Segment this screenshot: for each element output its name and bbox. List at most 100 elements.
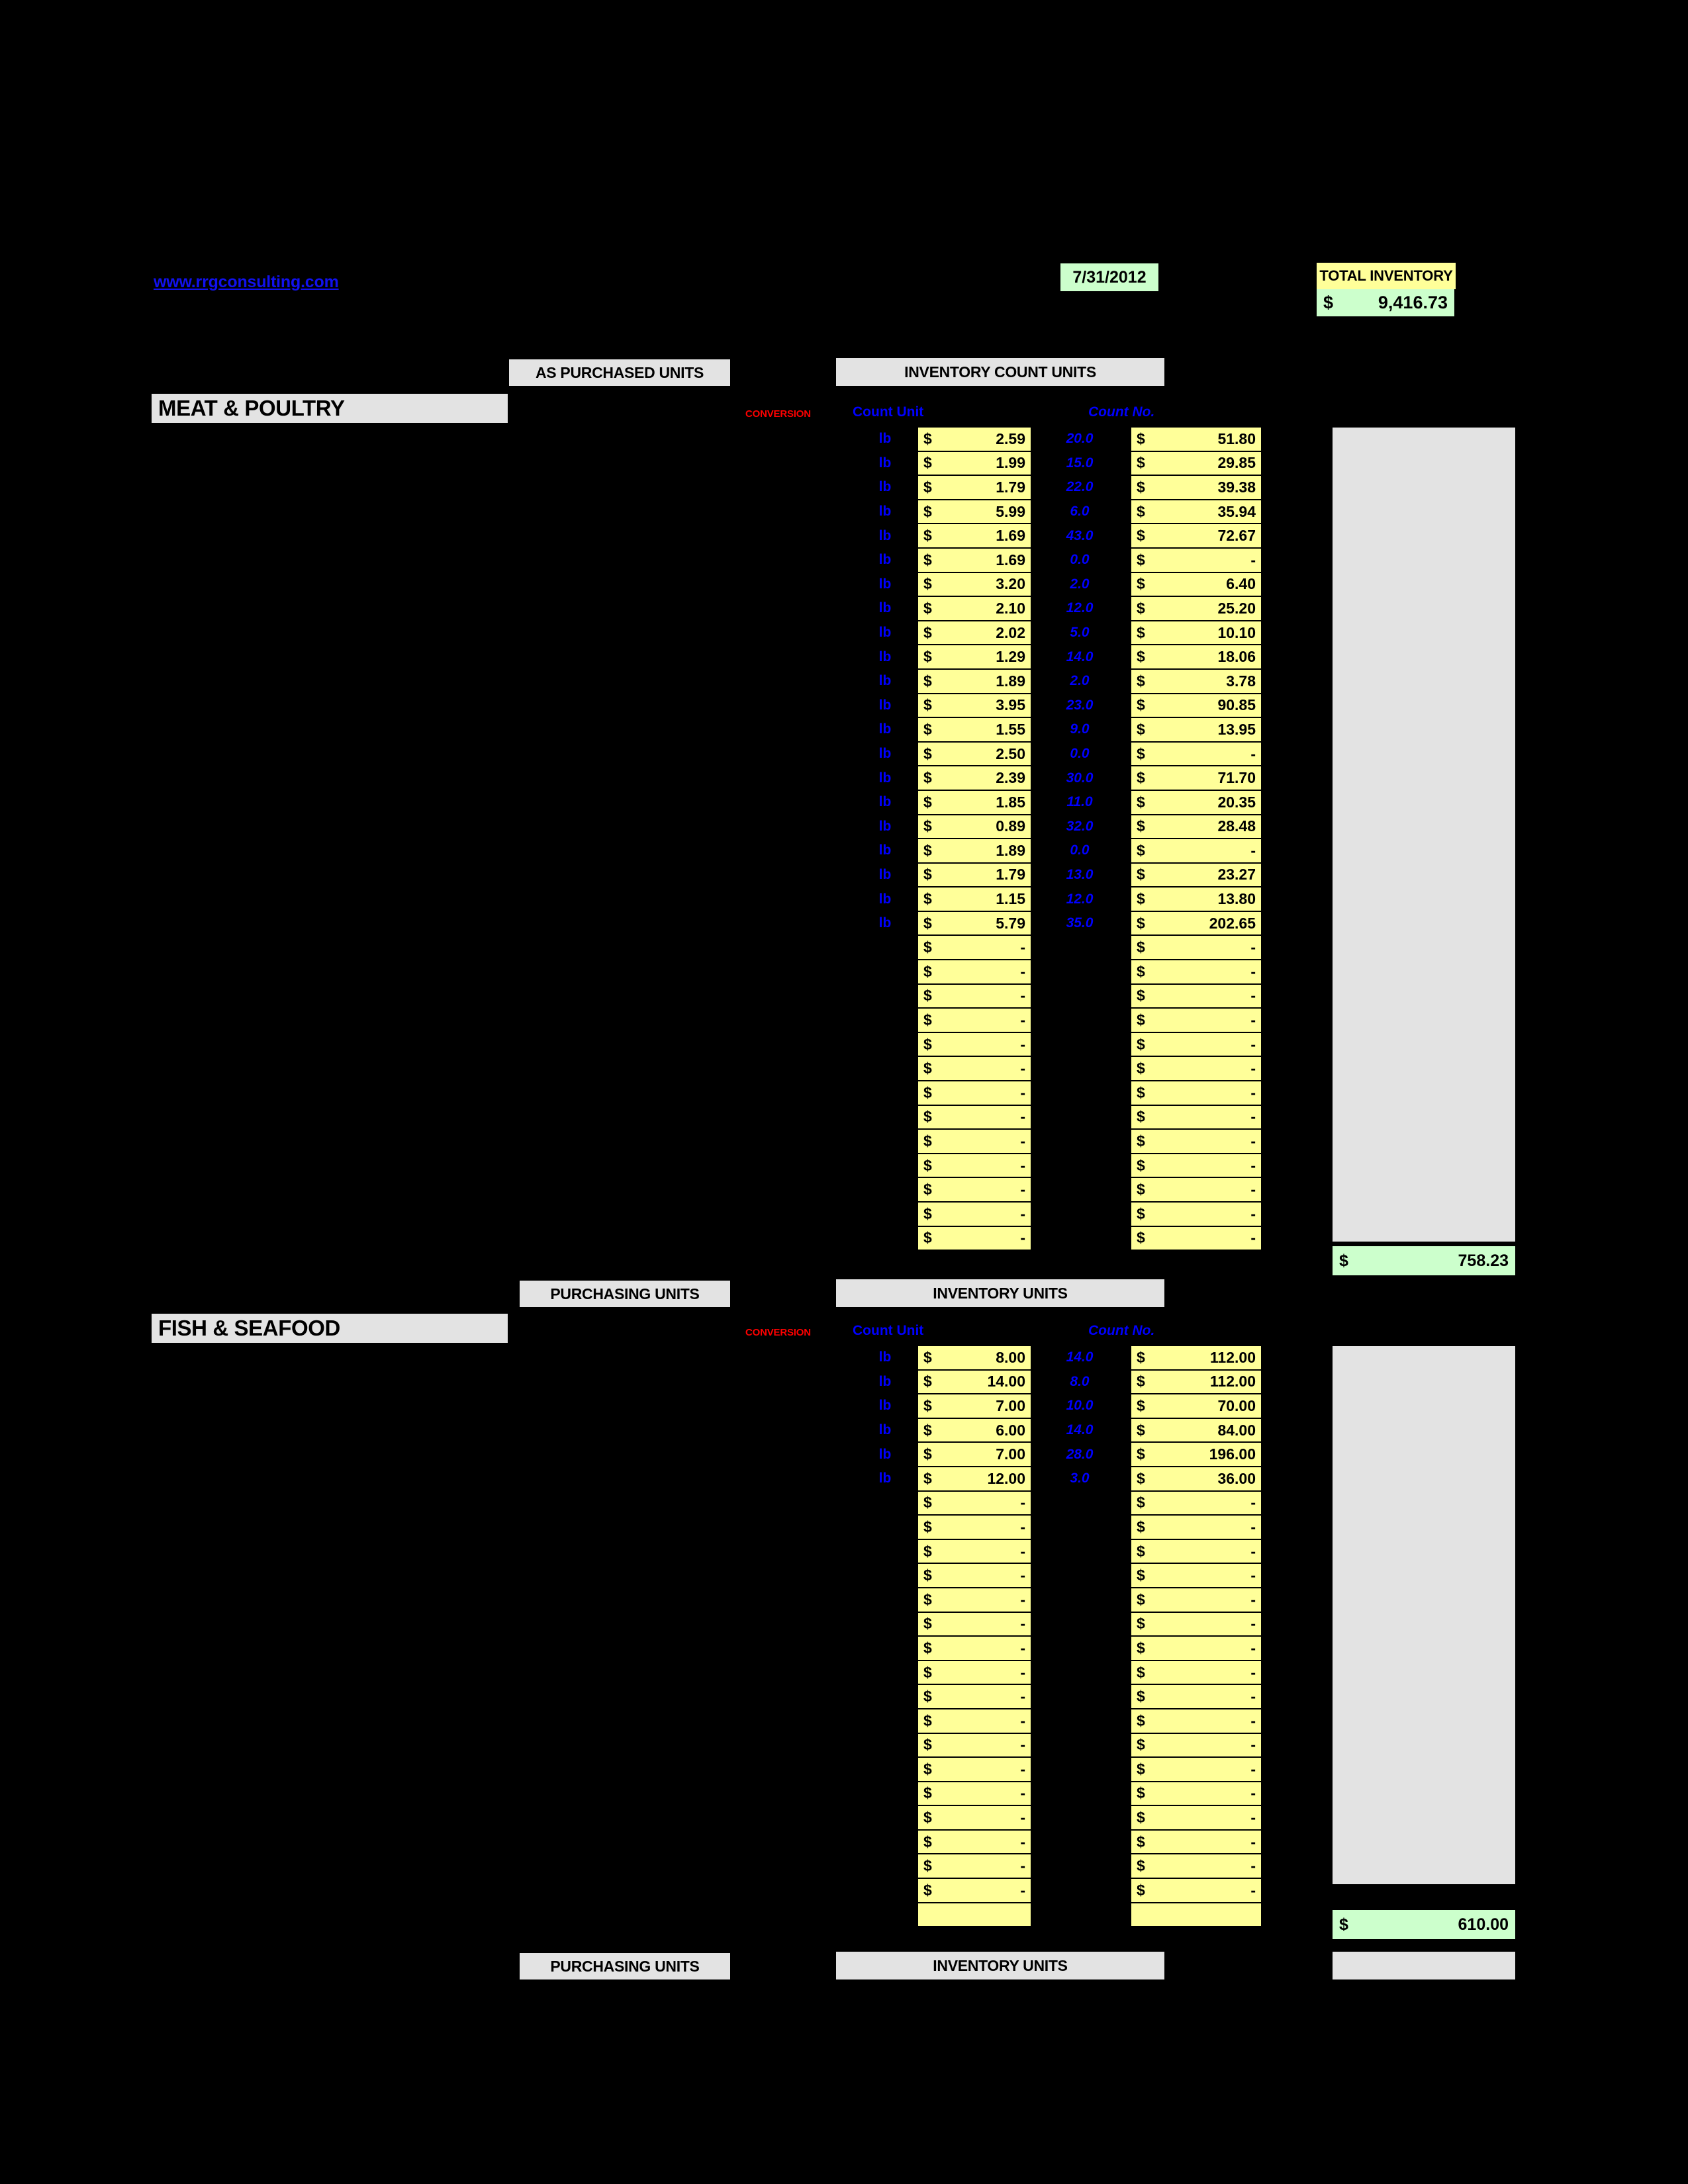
unit-price-cell[interactable]: $ - — [917, 1612, 1031, 1637]
extended-value-cell[interactable]: $ - — [1131, 1008, 1262, 1032]
unit-price-cell[interactable]: $2.10 — [917, 596, 1031, 621]
inventory-date-cell[interactable]: 7/31/2012 — [1060, 263, 1158, 291]
unit-price-cell[interactable]: $ - — [917, 1805, 1031, 1830]
extended-value-cell[interactable]: $ - — [1131, 1612, 1262, 1637]
extended-value-cell[interactable]: $ - — [1131, 1539, 1262, 1564]
unit-price-cell[interactable]: $ - — [917, 1153, 1031, 1178]
extended-value-cell[interactable]: $ - — [1131, 839, 1262, 863]
extended-value-cell[interactable]: $ - — [1131, 935, 1262, 960]
unit-price-cell[interactable]: $6.00 — [917, 1418, 1031, 1443]
unit-price-cell[interactable]: $ - — [917, 1587, 1031, 1612]
extended-value-cell[interactable]: $202.65 — [1131, 911, 1262, 936]
extended-value-cell[interactable]: $39.38 — [1131, 475, 1262, 500]
extended-value-cell[interactable]: $90.85 — [1131, 693, 1262, 718]
extended-value-cell[interactable]: $196.00 — [1131, 1442, 1262, 1467]
unit-price-cell[interactable]: $1.69 — [917, 547, 1031, 572]
extended-value-cell[interactable]: $ - — [1131, 1226, 1262, 1251]
extended-value-cell[interactable]: $6.40 — [1131, 572, 1262, 597]
unit-price-cell[interactable]: $ - — [917, 1081, 1031, 1105]
unit-price-cell[interactable]: $ - — [917, 1757, 1031, 1782]
unit-price-cell[interactable]: $3.95 — [917, 693, 1031, 718]
unit-price-cell[interactable]: $ - — [917, 1202, 1031, 1226]
extended-value-cell[interactable]: $ - — [1131, 1829, 1262, 1854]
extended-value-cell[interactable]: $ - — [1131, 1587, 1262, 1612]
unit-price-cell[interactable]: $7.00 — [917, 1442, 1031, 1467]
extended-value-cell[interactable]: $35.94 — [1131, 499, 1262, 524]
extended-value-cell[interactable]: $ - — [1131, 1129, 1262, 1154]
unit-price-cell[interactable]: $ - — [917, 935, 1031, 960]
extended-value-cell[interactable]: $ - — [1131, 1515, 1262, 1539]
unit-price-cell[interactable]: $ - — [917, 1226, 1031, 1251]
unit-price-cell[interactable]: $1.89 — [917, 839, 1031, 863]
extended-value-cell[interactable]: $70.00 — [1131, 1394, 1262, 1418]
extended-value-cell[interactable]: $ - — [1131, 1177, 1262, 1202]
unit-price-cell[interactable]: $ - — [917, 1636, 1031, 1661]
unit-price-cell[interactable]: $2.50 — [917, 741, 1031, 766]
extended-value-cell[interactable]: $ - — [1131, 960, 1262, 984]
extended-value-cell[interactable]: $36.00 — [1131, 1466, 1262, 1491]
unit-price-cell[interactable] — [917, 1902, 1031, 1927]
unit-price-cell[interactable]: $ - — [917, 1781, 1031, 1806]
unit-price-cell[interactable]: $7.00 — [917, 1394, 1031, 1418]
extended-value-cell[interactable]: $84.00 — [1131, 1418, 1262, 1443]
unit-price-cell[interactable]: $12.00 — [917, 1466, 1031, 1491]
extended-value-cell[interactable]: $ - — [1131, 1563, 1262, 1588]
extended-value-cell[interactable]: $ - — [1131, 1757, 1262, 1782]
unit-price-cell[interactable]: $2.59 — [917, 427, 1031, 451]
extended-value-cell[interactable]: $ - — [1131, 741, 1262, 766]
unit-price-cell[interactable]: $ - — [917, 1660, 1031, 1685]
extended-value-cell[interactable]: $112.00 — [1131, 1345, 1262, 1370]
unit-price-cell[interactable]: $ - — [917, 1105, 1031, 1130]
extended-value-cell[interactable]: $ - — [1131, 1708, 1262, 1733]
unit-price-cell[interactable]: $1.55 — [917, 717, 1031, 742]
unit-price-cell[interactable]: $0.89 — [917, 814, 1031, 839]
unit-price-cell[interactable]: $ - — [917, 1733, 1031, 1758]
unit-price-cell[interactable]: $2.02 — [917, 620, 1031, 645]
extended-value-cell[interactable]: $13.95 — [1131, 717, 1262, 742]
extended-value-cell[interactable]: $ - — [1131, 1056, 1262, 1081]
extended-value-cell[interactable]: $ - — [1131, 1781, 1262, 1806]
extended-value-cell[interactable]: $ - — [1131, 983, 1262, 1009]
unit-price-cell[interactable]: $ - — [917, 1177, 1031, 1202]
extended-value-cell[interactable]: $ - — [1131, 1081, 1262, 1105]
unit-price-cell[interactable]: $8.00 — [917, 1345, 1031, 1370]
extended-value-cell[interactable]: $28.48 — [1131, 814, 1262, 839]
extended-value-cell[interactable]: $ - — [1131, 1854, 1262, 1879]
unit-price-cell[interactable]: $5.79 — [917, 911, 1031, 936]
unit-price-cell[interactable]: $ - — [917, 960, 1031, 984]
extended-value-cell[interactable]: $ - — [1131, 1733, 1262, 1758]
extended-value-cell[interactable]: $20.35 — [1131, 790, 1262, 815]
extended-value-cell[interactable]: $10.10 — [1131, 620, 1262, 645]
extended-value-cell[interactable]: $18.06 — [1131, 645, 1262, 669]
unit-price-cell[interactable]: $1.79 — [917, 475, 1031, 500]
extended-value-cell[interactable]: $13.80 — [1131, 887, 1262, 911]
unit-price-cell[interactable]: $ - — [917, 1515, 1031, 1539]
unit-price-cell[interactable]: $1.85 — [917, 790, 1031, 815]
extended-value-cell[interactable]: $3.78 — [1131, 668, 1262, 694]
unit-price-cell[interactable]: $1.69 — [917, 523, 1031, 548]
extended-value-cell[interactable]: $ - — [1131, 1032, 1262, 1057]
unit-price-cell[interactable]: $1.99 — [917, 451, 1031, 476]
unit-price-cell[interactable]: $ - — [917, 1563, 1031, 1588]
unit-price-cell[interactable]: $ - — [917, 983, 1031, 1009]
unit-price-cell[interactable]: $14.00 — [917, 1369, 1031, 1394]
unit-price-cell[interactable]: $ - — [917, 1539, 1031, 1564]
unit-price-cell[interactable]: $1.89 — [917, 668, 1031, 694]
unit-price-cell[interactable]: $ - — [917, 1878, 1031, 1903]
extended-value-cell[interactable]: $72.67 — [1131, 523, 1262, 548]
unit-price-cell[interactable]: $1.15 — [917, 887, 1031, 911]
extended-value-cell[interactable]: $29.85 — [1131, 451, 1262, 476]
unit-price-cell[interactable]: $ - — [917, 1854, 1031, 1879]
unit-price-cell[interactable]: $2.39 — [917, 766, 1031, 790]
unit-price-cell[interactable]: $ - — [917, 1008, 1031, 1032]
extended-value-cell[interactable]: $23.27 — [1131, 862, 1262, 887]
extended-value-cell[interactable]: $ - — [1131, 1490, 1262, 1516]
unit-price-cell[interactable]: $1.29 — [917, 645, 1031, 669]
unit-price-cell[interactable]: $1.79 — [917, 862, 1031, 887]
extended-value-cell[interactable]: $ - — [1131, 1684, 1262, 1709]
unit-price-cell[interactable]: $ - — [917, 1129, 1031, 1154]
extended-value-cell[interactable]: $112.00 — [1131, 1369, 1262, 1394]
extended-value-cell[interactable]: $25.20 — [1131, 596, 1262, 621]
unit-price-cell[interactable]: $ - — [917, 1032, 1031, 1057]
unit-price-cell[interactable]: $ - — [917, 1056, 1031, 1081]
